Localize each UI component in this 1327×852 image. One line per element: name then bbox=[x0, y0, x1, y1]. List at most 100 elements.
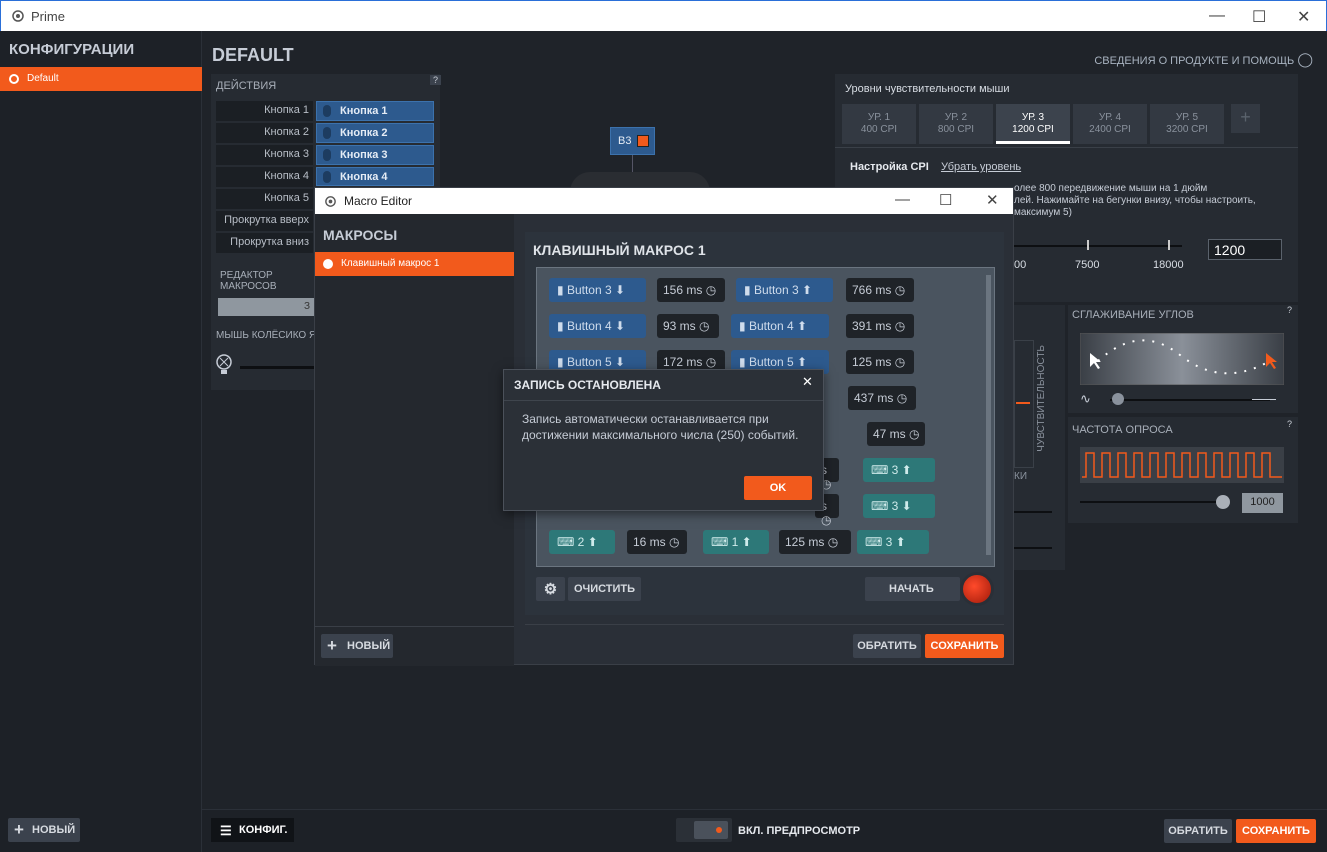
polling-slider-thumb[interactable] bbox=[1216, 495, 1230, 509]
action-button-2[interactable]: Кнопка 2 bbox=[316, 123, 434, 143]
level-4-tab[interactable]: УР. 4 2400 CPI bbox=[1073, 104, 1147, 144]
delay-chip[interactable]: 47 ms ◷ bbox=[867, 422, 925, 446]
cpi-tick-label: 18000 bbox=[1153, 259, 1184, 271]
start-record-button[interactable]: НАЧАТЬ bbox=[865, 577, 960, 601]
maximize-icon[interactable]: ☐ bbox=[1252, 7, 1266, 27]
preview-toggle[interactable] bbox=[676, 818, 732, 842]
remove-level-link[interactable]: Убрать уровень bbox=[941, 161, 1021, 173]
clock-icon: ◷ bbox=[702, 355, 717, 369]
record-icon[interactable] bbox=[960, 572, 994, 606]
save-button[interactable]: СОХРАНИТЬ bbox=[1236, 819, 1316, 843]
polling-slider[interactable] bbox=[1080, 501, 1230, 503]
slider[interactable] bbox=[1014, 511, 1052, 513]
key-event-chip[interactable]: ⌨ 3 ⬆ bbox=[863, 458, 935, 482]
mouse-icon: ▮ bbox=[744, 283, 754, 297]
vertical-label: ЧУВСТВИТЕЛЬНОСТЬ bbox=[1036, 345, 1047, 452]
level-1-tab[interactable]: УР. 1 400 CPI bbox=[842, 104, 916, 144]
delay-chip[interactable]: 125 ms ◷ bbox=[846, 350, 914, 374]
event-label: Button 4 bbox=[748, 319, 794, 333]
maximize-icon[interactable]: ☐ bbox=[939, 191, 952, 209]
graph-line bbox=[1016, 402, 1030, 404]
key-event-chip[interactable]: ⌨ 3 ⬇ bbox=[863, 494, 935, 518]
macro-editor-label: РЕДАКТОР МАКРОСОВ bbox=[220, 270, 277, 292]
arrow-up-icon: ⬆ bbox=[898, 463, 912, 477]
angle-title: СГЛАЖИВАНИЕ УГЛОВ bbox=[1072, 309, 1194, 321]
slider[interactable] bbox=[1014, 547, 1052, 549]
help-icon[interactable]: ? bbox=[430, 75, 442, 85]
minimize-icon[interactable]: — bbox=[1209, 7, 1225, 25]
clock-icon: ◷ bbox=[891, 283, 906, 297]
cpi-slider[interactable] bbox=[1014, 245, 1182, 247]
delay-chip[interactable]: 437 ms ◷ bbox=[848, 386, 916, 410]
key-event-chip[interactable]: ⌨ 3 ⬆ bbox=[857, 530, 929, 554]
close-icon[interactable]: ✕ bbox=[1297, 7, 1310, 27]
cpi-value-input[interactable]: 1200 bbox=[1208, 239, 1282, 260]
app-logo-icon bbox=[325, 196, 336, 207]
delay-label: 437 ms bbox=[854, 391, 894, 405]
toggle-knob bbox=[694, 821, 728, 839]
arrow-up-icon: ⬆ bbox=[738, 535, 752, 549]
recording-stopped-dialog: ЗАПИСЬ ОСТАНОВЛЕНА ✕ Запись автоматическ… bbox=[503, 369, 824, 511]
wheel-slider[interactable] bbox=[240, 366, 314, 369]
config-list-button[interactable]: ☰ КОНФИГ. bbox=[211, 818, 294, 842]
divider bbox=[525, 624, 1004, 625]
macro-revert-button[interactable]: ОБРАТИТЬ bbox=[853, 634, 921, 658]
delay-chip[interactable]: 93 ms ◷ bbox=[657, 314, 719, 338]
help-link[interactable]: СВЕДЕНИЯ О ПРОДУКТЕ И ПОМОЩЬ ◯ bbox=[1094, 51, 1313, 68]
clear-button[interactable]: ОЧИСТИТЬ bbox=[568, 577, 641, 601]
mouse-event-chip[interactable]: ▮ Button 4 ⬇ bbox=[549, 314, 646, 338]
macro-save-button[interactable]: СОХРАНИТЬ bbox=[925, 634, 1004, 658]
new-macro-button[interactable]: + НОВЫЙ bbox=[321, 634, 393, 658]
partial-label: КИ bbox=[1014, 471, 1028, 482]
angle-slider-thumb[interactable] bbox=[1112, 393, 1124, 405]
new-config-button[interactable]: + НОВЫЙ bbox=[8, 818, 80, 842]
revert-button[interactable]: ОБРАТИТЬ bbox=[1164, 819, 1232, 843]
plus-icon: + bbox=[14, 820, 24, 839]
action-button-3[interactable]: Кнопка 3 bbox=[316, 145, 434, 165]
polling-value[interactable]: 1000 bbox=[1242, 493, 1283, 513]
delay-chip[interactable]: 766 ms ◷ bbox=[846, 278, 914, 302]
action-button-4[interactable]: Кнопка 4 bbox=[316, 167, 434, 186]
polling-panel: ЧАСТОТА ОПРОСА ? 1000 bbox=[1068, 417, 1298, 523]
add-level-button[interactable]: + bbox=[1231, 104, 1260, 133]
divider bbox=[315, 626, 514, 627]
event-label: Button 3 bbox=[753, 283, 799, 297]
delay-chip[interactable]: 391 ms ◷ bbox=[846, 314, 914, 338]
delay-chip[interactable]: 16 ms ◷ bbox=[627, 530, 687, 554]
clock-icon: ◷ bbox=[891, 355, 906, 369]
key-event-chip[interactable]: ⌨ 1 ⬆ bbox=[703, 530, 769, 554]
cpi-setting-label: Настройка CPI bbox=[850, 161, 929, 173]
minimize-icon[interactable]: — bbox=[895, 191, 910, 208]
mouse-event-chip[interactable]: ▮ Button 4 ⬆ bbox=[731, 314, 829, 338]
settings-gear-icon[interactable]: ⚙ bbox=[536, 577, 565, 601]
keyboard-icon: ⌨ bbox=[865, 535, 886, 549]
dialog-close-icon[interactable]: ✕ bbox=[802, 374, 813, 390]
delay-label: 172 ms bbox=[663, 355, 703, 369]
help-icon[interactable]: ? bbox=[1287, 419, 1292, 429]
config-item-default[interactable]: Default bbox=[0, 67, 202, 91]
mouse-icon: ▮ bbox=[557, 283, 567, 297]
action-button-1[interactable]: Кнопка 1 bbox=[316, 101, 434, 121]
mouse-event-chip[interactable]: ▮ Button 3 ⬇ bbox=[549, 278, 646, 302]
delay-chip[interactable]: 156 ms ◷ bbox=[657, 278, 725, 302]
page-title: DEFAULT bbox=[212, 45, 294, 65]
dialog-ok-button[interactable]: OK bbox=[744, 476, 812, 500]
angle-slider[interactable] bbox=[1110, 399, 1270, 401]
mouse-event-chip[interactable]: ▮ Button 3 ⬆ bbox=[736, 278, 833, 302]
help-icon[interactable]: ? bbox=[1287, 305, 1292, 315]
key-event-chip[interactable]: ⌨ 2 ⬆ bbox=[549, 530, 615, 554]
macro-editor-button[interactable]: З bbox=[218, 298, 314, 316]
close-icon[interactable]: ✕ bbox=[986, 191, 999, 209]
level-2-tab[interactable]: УР. 2 800 CPI bbox=[919, 104, 993, 144]
button-badge[interactable]: B3 bbox=[610, 127, 655, 155]
config-item-label: Default bbox=[27, 73, 59, 84]
action-label: Кнопка 2 bbox=[216, 123, 313, 143]
scrollbar[interactable] bbox=[986, 275, 991, 555]
delay-label: 47 ms bbox=[873, 427, 906, 441]
divider bbox=[504, 400, 823, 401]
polling-title: ЧАСТОТА ОПРОСА bbox=[1072, 424, 1173, 436]
level-3-tab[interactable]: УР. 3 1200 CPI bbox=[996, 104, 1070, 144]
macro-item[interactable]: Клавишный макрос 1 bbox=[315, 252, 514, 276]
delay-chip[interactable]: 125 ms ◷ bbox=[779, 530, 851, 554]
level-5-tab[interactable]: УР. 5 3200 CPI bbox=[1150, 104, 1224, 144]
